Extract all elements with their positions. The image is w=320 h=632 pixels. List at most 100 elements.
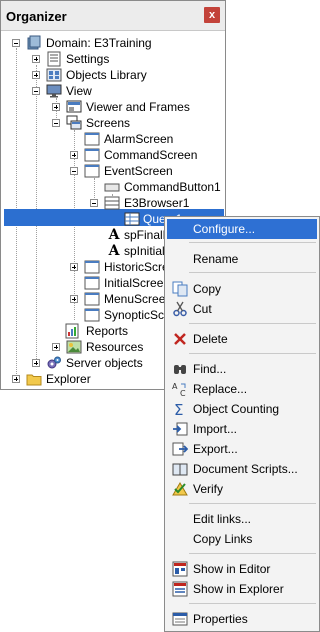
folder-icon — [26, 371, 42, 387]
replace-icon: AC — [172, 381, 188, 398]
screen-icon — [84, 259, 100, 275]
menu-separator — [189, 553, 316, 554]
menu-separator — [189, 603, 316, 604]
monitor-icon — [46, 83, 62, 99]
menu-separator — [189, 353, 316, 354]
settings-icon — [46, 51, 62, 67]
close-button[interactable]: x — [204, 7, 220, 23]
menu-item-import[interactable]: Import... — [167, 419, 317, 439]
book-icon — [172, 461, 188, 477]
menu-item-object-counting[interactable]: Σ Object Counting — [167, 399, 317, 419]
verify-check-icon — [172, 481, 188, 497]
browser-icon — [104, 195, 120, 211]
tree-label: Reports — [86, 324, 129, 338]
tree-label: EventScreen — [104, 164, 173, 178]
expand-icon[interactable] — [52, 343, 60, 351]
screen-icon — [84, 307, 100, 323]
tree-label: Settings — [66, 52, 110, 66]
menu-label: Find... — [193, 362, 227, 376]
tree-label: Server objects — [66, 356, 143, 370]
menu-item-rename[interactable]: Rename — [167, 249, 317, 269]
import-icon — [172, 421, 188, 437]
library-icon — [46, 67, 62, 83]
menu-item-document-scripts[interactable]: Document Scripts... — [167, 459, 317, 479]
expand-icon[interactable] — [32, 359, 40, 367]
delete-x-icon — [172, 331, 188, 347]
menu-label: Export... — [193, 442, 238, 456]
query-icon — [124, 211, 140, 227]
menu-item-delete[interactable]: Delete — [167, 329, 317, 349]
expand-icon[interactable] — [32, 71, 40, 79]
menu-separator — [189, 323, 316, 324]
menu-item-copy[interactable]: Copy — [167, 279, 317, 299]
tree-label: Resources — [86, 340, 144, 354]
tree-label: MenuScreen — [104, 292, 173, 306]
text-icon: A — [108, 243, 120, 259]
screen-icon — [84, 275, 100, 291]
expand-icon[interactable] — [70, 151, 78, 159]
menu-separator — [189, 503, 316, 504]
menu-item-export[interactable]: Export... — [167, 439, 317, 459]
menu-item-configure[interactable]: Configure... — [167, 219, 317, 239]
show-in-explorer-icon — [172, 581, 188, 597]
collapse-icon[interactable] — [70, 167, 78, 175]
menu-item-replace[interactable]: AC Replace... — [167, 379, 317, 399]
sigma-icon: Σ — [172, 401, 188, 419]
screen-icon — [84, 291, 100, 307]
svg-text:A: A — [172, 382, 178, 391]
viewer-icon — [66, 99, 82, 115]
menu-separator — [189, 272, 316, 273]
screen-icon — [84, 163, 100, 179]
binoculars-icon — [172, 361, 188, 377]
scissors-icon — [172, 301, 188, 317]
menu-label: Cut — [193, 302, 212, 316]
menu-separator — [189, 242, 316, 243]
context-menu: Configure... Rename Copy Cut Delete Find… — [164, 216, 320, 632]
expand-icon[interactable] — [32, 55, 40, 63]
collapse-icon[interactable] — [32, 87, 40, 95]
screen-icon — [84, 131, 100, 147]
tree-label: Domain: E3Training — [46, 36, 152, 50]
menu-label: Replace... — [193, 382, 248, 396]
menu-label: Copy — [193, 282, 222, 296]
menu-label: Show in Explorer — [193, 582, 284, 596]
menu-item-show-in-editor[interactable]: Show in Editor — [167, 559, 317, 579]
properties-icon — [172, 611, 188, 627]
expand-icon[interactable] — [52, 103, 60, 111]
collapse-icon[interactable] — [12, 39, 20, 47]
organizer-header: Organizer x — [1, 1, 225, 31]
menu-item-edit-links[interactable]: Edit links... — [167, 509, 317, 529]
menu-label: Verify — [193, 482, 224, 496]
menu-item-find[interactable]: Find... — [167, 359, 317, 379]
tree-label: E3Browser1 — [124, 196, 190, 210]
menu-item-verify[interactable]: Verify — [167, 479, 317, 499]
screens-icon — [66, 115, 82, 131]
export-icon — [172, 441, 189, 457]
menu-item-cut[interactable]: Cut — [167, 299, 317, 319]
organizer-title: Organizer — [6, 9, 67, 24]
menu-item-copy-links[interactable]: Copy Links — [167, 529, 317, 549]
menu-item-show-in-explorer[interactable]: Show in Explorer — [167, 579, 317, 599]
screen-icon — [84, 147, 100, 163]
expand-icon[interactable] — [12, 375, 20, 383]
collapse-icon[interactable] — [90, 199, 98, 207]
tree-label: InitialScreen — [104, 276, 171, 290]
tree-label: Screens — [86, 116, 131, 130]
resources-icon — [66, 339, 82, 355]
tree-label: View — [66, 84, 92, 98]
menu-label: Show in Editor — [193, 562, 271, 576]
tree-label: CommandScreen — [104, 148, 198, 162]
menu-label: Properties — [193, 612, 248, 626]
tree-label: Explorer — [46, 372, 91, 386]
collapse-icon[interactable] — [52, 119, 60, 127]
tree-label: Objects Library — [66, 68, 147, 82]
tree-label: AlarmScreen — [104, 132, 174, 146]
expand-icon[interactable] — [70, 263, 78, 271]
menu-label: Delete — [193, 332, 228, 346]
menu-item-properties[interactable]: Properties — [167, 609, 317, 629]
menu-label: Document Scripts... — [193, 462, 298, 476]
expand-icon[interactable] — [70, 295, 78, 303]
svg-text:C: C — [180, 389, 186, 397]
button-icon — [104, 179, 120, 195]
tree-label: Viewer and Frames — [86, 100, 190, 114]
